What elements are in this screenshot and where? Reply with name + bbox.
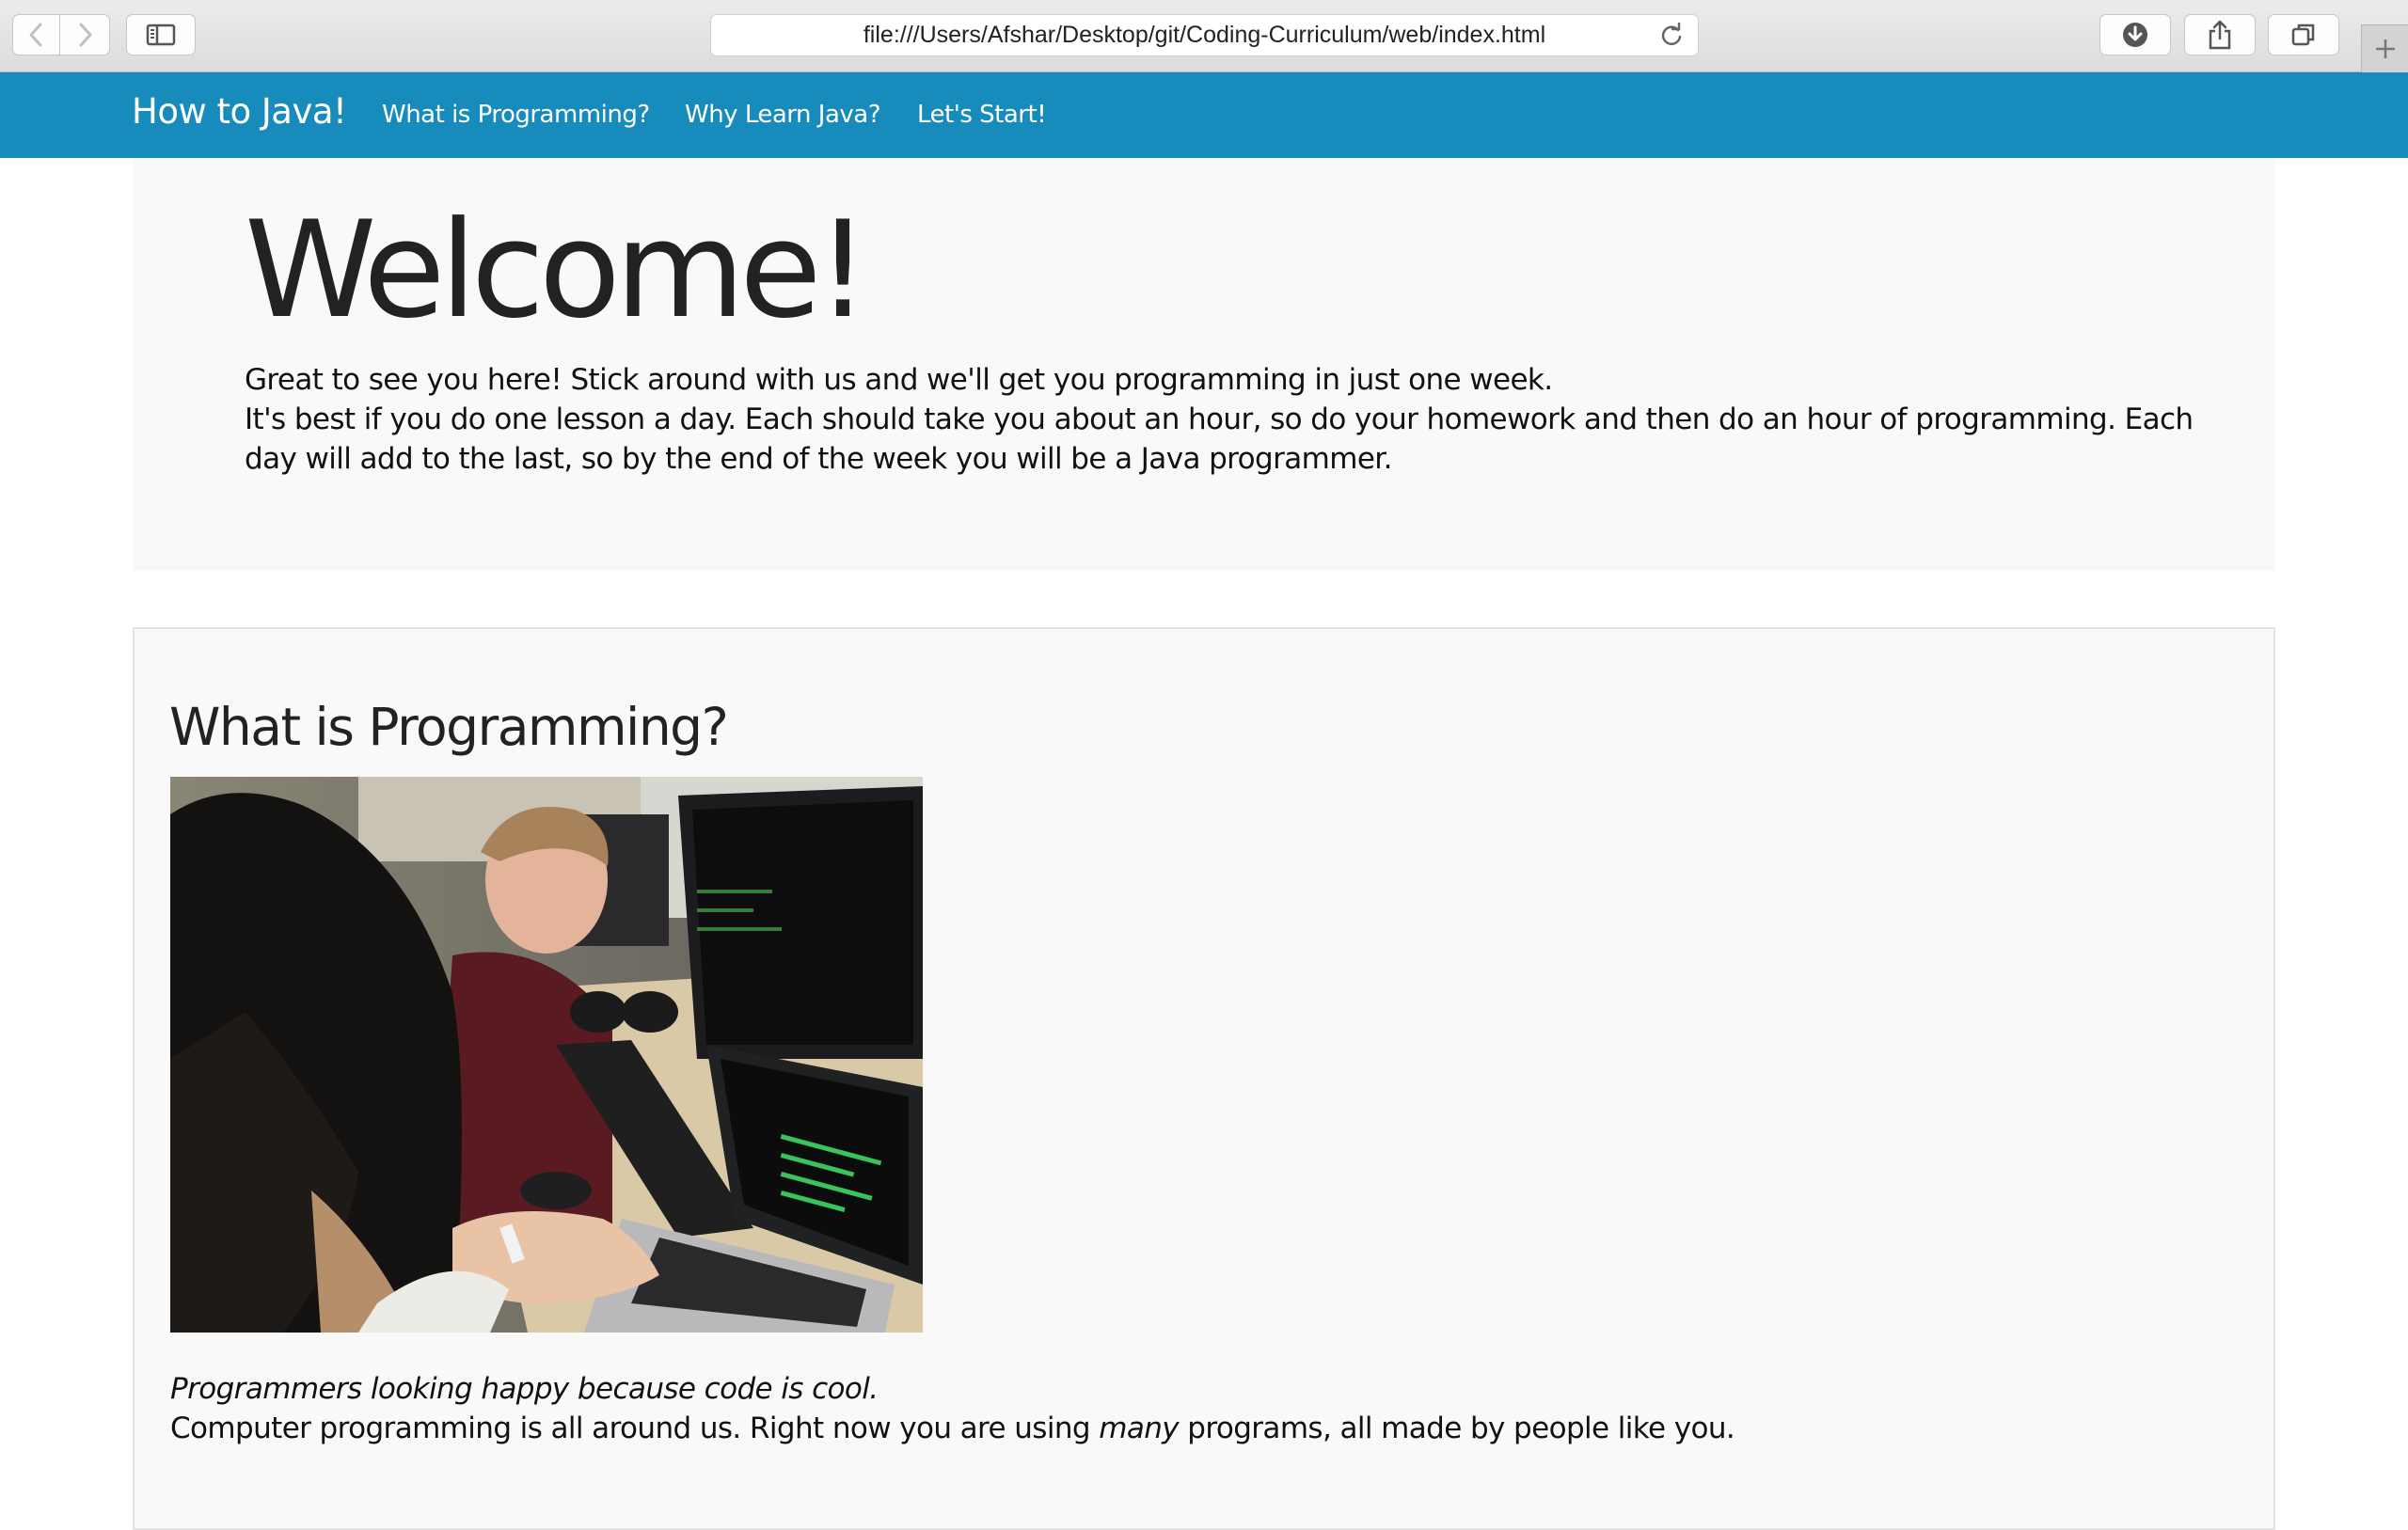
body-text-emphasis: many bbox=[1099, 1412, 1180, 1445]
reload-button[interactable] bbox=[1658, 22, 1685, 55]
welcome-heading: Welcome! bbox=[245, 193, 869, 348]
forward-button[interactable] bbox=[60, 14, 110, 55]
intro-paragraph-1: Great to see you here! Stick around with… bbox=[245, 363, 1553, 397]
intro-text: Great to see you here! Stick around with… bbox=[245, 360, 2201, 479]
share-icon bbox=[2209, 20, 2231, 50]
downloads-button[interactable] bbox=[2099, 14, 2171, 55]
section-body-text: Computer programming is all around us. R… bbox=[170, 1412, 1735, 1445]
url-text: file:///Users/Afshar/Desktop/git/Coding-… bbox=[863, 22, 1546, 48]
back-button[interactable] bbox=[12, 14, 60, 55]
body-text-end: programs, all made by people like you. bbox=[1179, 1412, 1735, 1445]
section-heading: What is Programming? bbox=[169, 697, 729, 757]
nav-link-lets-start[interactable]: Let's Start! bbox=[917, 101, 1047, 129]
new-tab-button[interactable] bbox=[2361, 24, 2408, 72]
sidebar-icon bbox=[146, 24, 176, 46]
body-text-start: Computer programming is all around us. R… bbox=[170, 1412, 1100, 1445]
reload-icon bbox=[1661, 22, 1682, 45]
share-button[interactable] bbox=[2184, 14, 2256, 55]
browser-toolbar: file:///Users/Afshar/Desktop/git/Coding-… bbox=[0, 0, 2408, 72]
download-icon bbox=[2123, 23, 2147, 47]
tabs-overview-icon bbox=[2291, 24, 2315, 46]
sidebar-toggle-button[interactable] bbox=[126, 14, 196, 55]
welcome-jumbotron: Welcome! Great to see you here! Stick ar… bbox=[133, 158, 2275, 571]
site-navbar: How to Java! What is Programming? Why Le… bbox=[0, 72, 2408, 158]
intro-paragraph-2: It's best if you do one lesson a day. Ea… bbox=[245, 402, 2194, 476]
brand-link[interactable]: How to Java! bbox=[132, 91, 347, 132]
nav-link-why-learn-java[interactable]: Why Learn Java? bbox=[685, 101, 881, 129]
plus-icon bbox=[2375, 39, 2395, 58]
programmers-photo bbox=[170, 777, 923, 1333]
show-all-tabs-button[interactable] bbox=[2268, 14, 2339, 55]
back-arrow-icon bbox=[29, 23, 41, 47]
nav-link-what-is-programming[interactable]: What is Programming? bbox=[382, 101, 650, 129]
programmers-photo-illustration bbox=[170, 777, 923, 1333]
photo-caption: Programmers looking happy because code i… bbox=[170, 1372, 879, 1406]
address-bar[interactable]: file:///Users/Afshar/Desktop/git/Coding-… bbox=[710, 14, 1699, 56]
forward-arrow-icon bbox=[79, 23, 92, 47]
what-is-programming-section: What is Programming? Programmers looking… bbox=[133, 627, 2275, 1530]
